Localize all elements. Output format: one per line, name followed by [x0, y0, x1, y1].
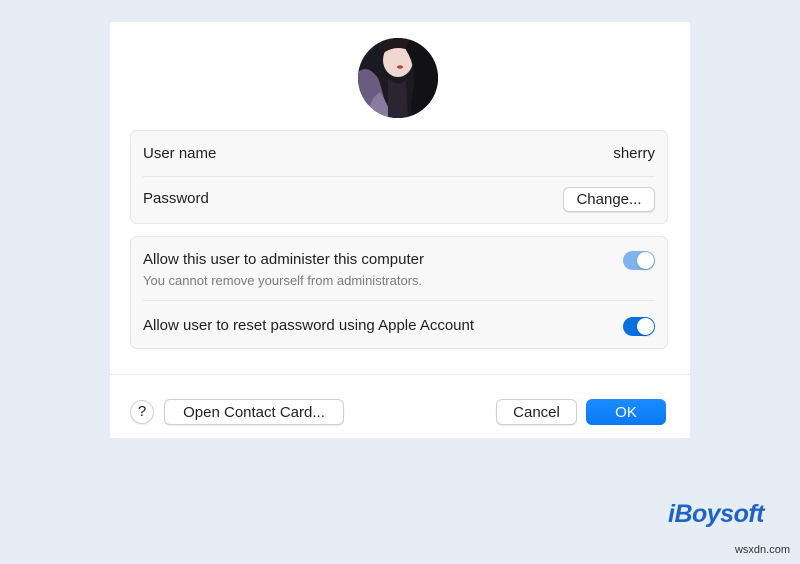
admin-toggle[interactable] — [623, 251, 655, 270]
password-row: Password Change... — [131, 177, 667, 223]
reset-password-label: Allow user to reset password using Apple… — [143, 317, 475, 334]
logo-text: iBoysoft — [668, 500, 765, 528]
avatar-photo-icon — [358, 38, 438, 118]
open-contact-card-button[interactable]: Open Contact Card... — [164, 399, 344, 425]
username-label: User name — [143, 145, 217, 162]
permissions-group: Allow this user to administer this compu… — [130, 236, 668, 349]
username-row: User name sherry — [131, 131, 667, 176]
iboysoft-logo: iBoysoft — [668, 500, 765, 529]
help-button[interactable]: ? — [130, 400, 154, 424]
cancel-button[interactable]: Cancel — [496, 399, 577, 425]
admin-label: Allow this user to administer this compu… — [143, 251, 424, 268]
toggle-knob — [637, 318, 654, 335]
watermark-text: wsxdn.com — [734, 544, 790, 556]
user-avatar[interactable] — [358, 38, 438, 118]
admin-sublabel: You cannot remove yourself from administ… — [143, 273, 423, 288]
footer-divider — [110, 374, 690, 375]
question-mark-icon: ? — [137, 403, 147, 420]
reset-password-toggle[interactable] — [623, 317, 655, 336]
change-password-button[interactable]: Change... — [563, 187, 655, 212]
username-value: sherry — [613, 145, 655, 162]
account-info-group: User name sherry Password Change... — [130, 130, 668, 224]
toggle-knob — [637, 252, 654, 269]
password-label: Password — [143, 190, 209, 207]
user-details-dialog: User name sherry Password Change... Allo… — [110, 22, 690, 438]
ok-button[interactable]: OK — [586, 399, 666, 425]
reset-password-row: Allow user to reset password using Apple… — [131, 301, 667, 348]
admin-row: Allow this user to administer this compu… — [131, 237, 667, 299]
